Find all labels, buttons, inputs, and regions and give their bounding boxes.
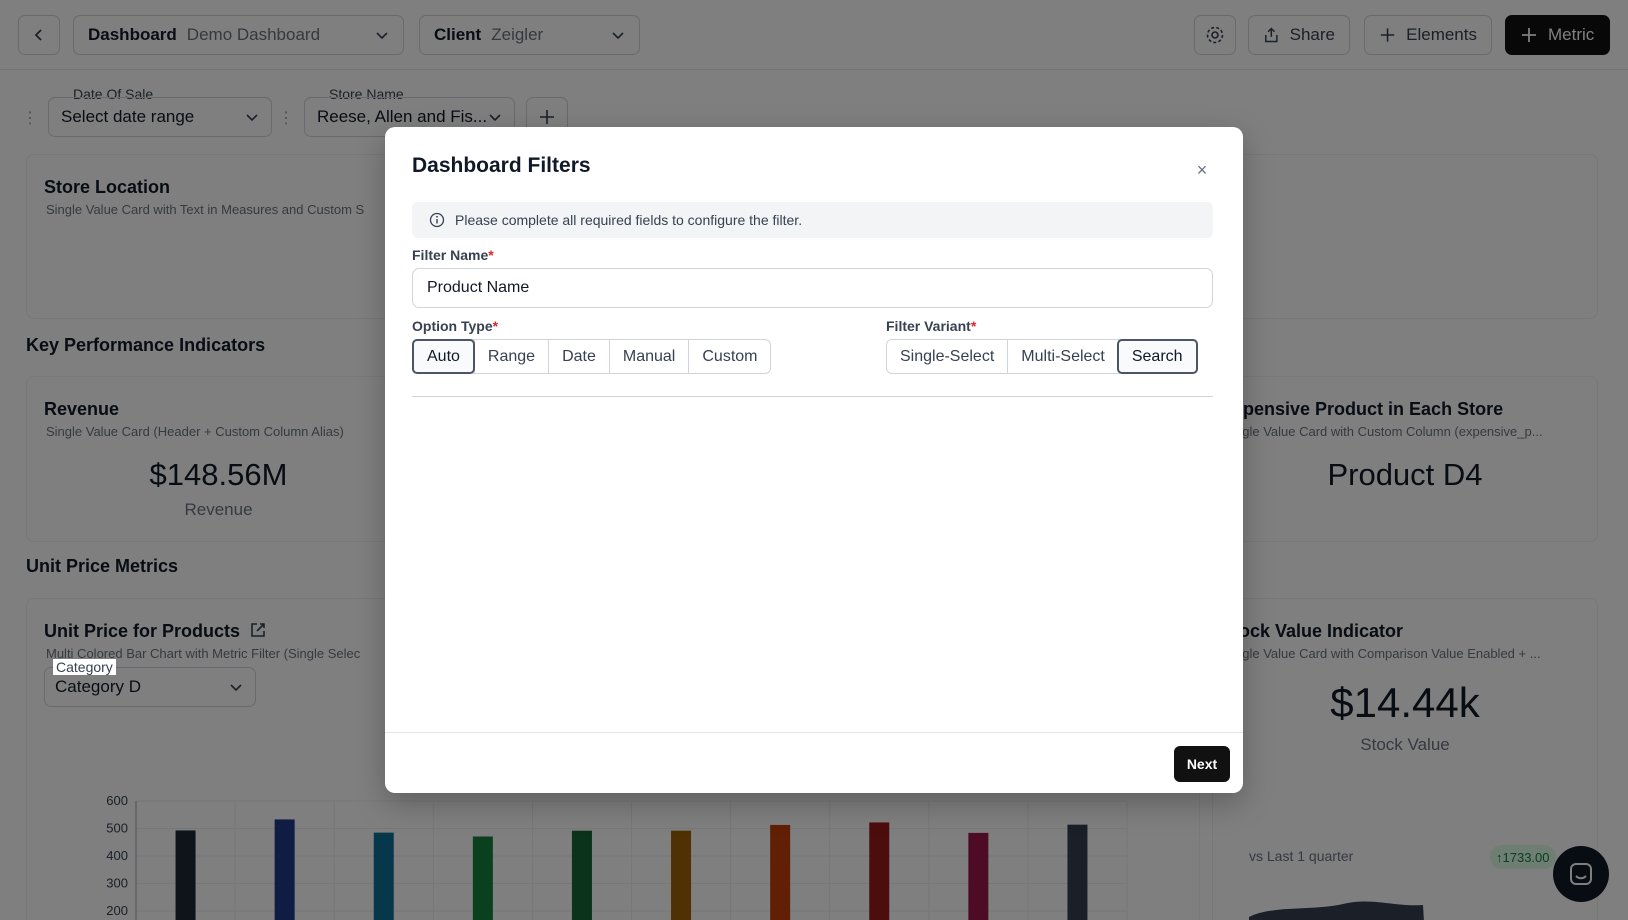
filter-name-label-text: Filter Name	[412, 247, 489, 263]
filter-variant-segmented-control: Single-Select Multi-Select Search	[886, 339, 1198, 374]
dialog-title: Dashboard Filters	[412, 154, 591, 177]
option-type-option-date[interactable]: Date	[548, 340, 609, 373]
option-type-option-custom[interactable]: Custom	[688, 340, 771, 373]
filter-name-label: Filter Name*	[412, 247, 494, 263]
option-type-segmented-control: Auto Range Date Manual Custom	[412, 339, 772, 374]
option-type-label: Option Type*	[412, 318, 498, 334]
option-type-label-text: Option Type	[412, 318, 493, 334]
filter-variant-label: Filter Variant*	[886, 318, 976, 334]
option-type-option-auto[interactable]: Auto	[412, 339, 475, 374]
next-button[interactable]: Next	[1174, 746, 1230, 782]
filter-variant-option-multi-select[interactable]: Multi-Select	[1007, 340, 1118, 373]
info-banner: Please complete all required fields to c…	[412, 202, 1213, 238]
info-icon	[429, 212, 445, 228]
required-marker: *	[970, 318, 977, 334]
option-type-option-range[interactable]: Range	[473, 340, 549, 373]
close-icon[interactable]: ×	[1193, 161, 1211, 179]
option-type-option-manual[interactable]: Manual	[608, 340, 689, 373]
divider	[412, 396, 1213, 397]
info-text: Please complete all required fields to c…	[455, 212, 803, 228]
dialog-footer-divider	[385, 732, 1243, 733]
dashboard-filters-dialog: Dashboard Filters × Please complete all …	[385, 127, 1243, 793]
required-marker: *	[492, 318, 499, 334]
filter-variant-label-text: Filter Variant	[886, 318, 971, 334]
category-label: Category	[53, 659, 116, 675]
filter-variant-option-single-select[interactable]: Single-Select	[887, 340, 1008, 373]
required-marker: *	[488, 247, 494, 263]
filter-variant-option-search[interactable]: Search	[1116, 339, 1198, 374]
filter-name-input[interactable]	[412, 268, 1213, 308]
